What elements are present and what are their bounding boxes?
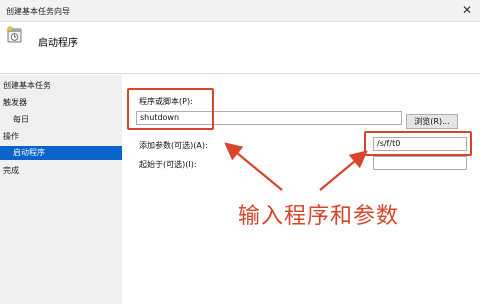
sidebar-item-start-program[interactable]: 启动程序 xyxy=(0,146,122,160)
sidebar-item-action[interactable]: 操作 xyxy=(3,131,19,142)
sidebar: 创建基本任务 触发器 每日 操作 启动程序 完成 xyxy=(0,75,122,304)
page-title: 启动程序 xyxy=(38,38,78,49)
wizard-header: 启动程序 xyxy=(0,22,480,74)
sidebar-item-daily[interactable]: 每日 xyxy=(13,114,29,125)
close-icon[interactable]: ✕ xyxy=(462,3,472,17)
browse-button[interactable]: 浏览(R)... xyxy=(406,114,458,129)
title-bar: 创建基本任务向导 ✕ xyxy=(0,0,480,22)
annotation-text: 输入程序和参数 xyxy=(238,204,400,229)
program-highlight-box xyxy=(127,88,214,130)
sidebar-item-create-basic-task[interactable]: 创建基本任务 xyxy=(3,80,51,91)
sidebar-item-finish[interactable]: 完成 xyxy=(3,165,19,176)
arguments-highlight-box xyxy=(364,131,472,156)
arguments-label: 添加参数(可选)(A): xyxy=(139,141,208,150)
task-wizard-icon xyxy=(7,26,22,43)
start-in-input[interactable] xyxy=(373,156,467,170)
window-title: 创建基本任务向导 xyxy=(6,7,70,16)
start-in-label: 起始于(可选)(I): xyxy=(139,160,197,169)
sidebar-item-trigger[interactable]: 触发器 xyxy=(3,97,27,108)
